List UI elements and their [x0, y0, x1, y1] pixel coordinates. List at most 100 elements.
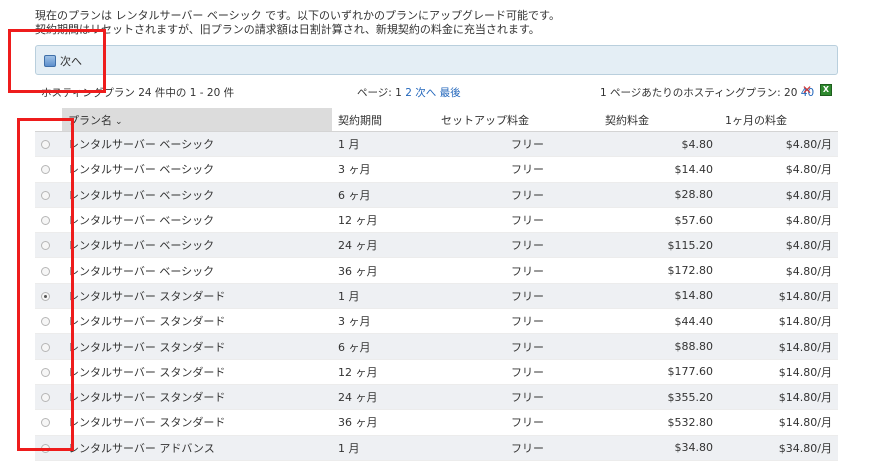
plan-radio[interactable]	[41, 241, 50, 251]
spacer-cell	[550, 359, 599, 385]
table-row[interactable]: レンタルサーバー スタンダード 12 ヶ月 フリー $177.60 $14.80/月	[35, 359, 838, 385]
plan-radio[interactable]	[41, 443, 50, 453]
plan-contract-price: $34.80	[599, 435, 719, 461]
table-row[interactable]: レンタルサーバー スタンダード 3 ヶ月 フリー $44.40 $14.80/月	[35, 308, 838, 335]
plan-radio[interactable]	[41, 418, 50, 428]
plan-radio[interactable]	[41, 165, 50, 175]
spacer-cell	[550, 283, 599, 310]
row-select-cell	[35, 409, 62, 436]
plan-monthly-price: $4.80/月	[719, 131, 838, 158]
plan-monthly-price: $14.80/月	[719, 333, 838, 360]
settings-icon[interactable]: ✕	[802, 84, 814, 96]
plan-term: 36 ヶ月	[332, 257, 435, 284]
plan-monthly-price: $4.80/月	[719, 182, 838, 208]
page-link-2[interactable]: 2	[405, 87, 412, 99]
page-label: ページ:	[357, 87, 396, 99]
plan-name: レンタルサーバー スタンダード	[62, 384, 332, 411]
header-spacer	[550, 108, 599, 132]
plan-term: 6 ヶ月	[332, 182, 435, 208]
plan-radio[interactable]	[41, 342, 50, 352]
plan-radio[interactable]	[41, 140, 50, 150]
table-header-row: プラン名 ⌄ 契約期間 セットアップ料金 契約料金 1ヶ月の料金	[35, 108, 838, 132]
next-page-link[interactable]: 次へ	[415, 87, 436, 99]
plan-monthly-price: $4.80/月	[719, 232, 838, 259]
table-row[interactable]: レンタルサーバー スタンダード 6 ヶ月 フリー $88.80 $14.80/月	[35, 333, 838, 360]
plan-contract-price: $177.60	[599, 359, 719, 385]
spacer-cell	[550, 257, 599, 284]
row-select-cell	[35, 283, 62, 310]
plan-table: プラン名 ⌄ 契約期間 セットアップ料金 契約料金 1ヶ月の料金 レンタルサーバー…	[35, 108, 838, 461]
plan-term: 12 ヶ月	[332, 359, 435, 385]
toolbar: 次へ	[35, 45, 838, 75]
spacer-cell	[550, 182, 599, 208]
header-setup-fee[interactable]: セットアップ料金	[435, 108, 550, 132]
intro-line-2: 契約期間はリセットされますが、旧プランの請求額は日割計算され、新規契約の料金に充…	[35, 23, 540, 36]
row-select-cell	[35, 384, 62, 411]
header-contract-price[interactable]: 契約料金	[599, 108, 719, 132]
plan-radio[interactable]	[41, 266, 50, 276]
table-row[interactable]: レンタルサーバー アドバンス 1 月フリー $34.80 $34.80/月	[35, 435, 838, 461]
plan-contract-price: $172.80	[599, 257, 719, 284]
table-row[interactable]: レンタルサーバー ベーシック 12 ヶ月 フリー $57.60 $4.80/月	[35, 207, 838, 234]
last-page-link[interactable]: 最後	[440, 87, 461, 99]
plan-setup-fee: フリー	[435, 359, 550, 385]
header-monthly-price[interactable]: 1ヶ月の料金	[719, 108, 838, 132]
table-row[interactable]: レンタルサーバー ベーシック 36 ヶ月 フリー $172.80 $4.80/月	[35, 257, 838, 284]
plan-name: レンタルサーバー スタンダード	[62, 308, 332, 335]
row-select-cell	[35, 359, 62, 385]
plan-name: レンタルサーバー ベーシック	[62, 207, 332, 234]
table-row[interactable]: レンタルサーバー ベーシック 24 ヶ月 フリー $115.20 $4.80/月	[35, 232, 838, 259]
table-row[interactable]: レンタルサーバー スタンダード 1 月フリー $14.80 $14.80/月	[35, 283, 838, 310]
plan-radio[interactable]	[41, 393, 50, 403]
plan-setup-fee: フリー	[435, 257, 550, 284]
plan-setup-fee: フリー	[435, 308, 550, 335]
per-page-selector: 1 ページあたりのホスティングプラン: 20 40	[600, 85, 814, 100]
plan-setup-fee: フリー	[435, 207, 550, 234]
table-row[interactable]: レンタルサーバー スタンダード 24 ヶ月 フリー $355.20 $14.80/月	[35, 384, 838, 411]
plan-contract-price: $355.20	[599, 384, 719, 411]
plan-name: レンタルサーバー ベーシック	[62, 131, 332, 158]
plan-radio[interactable]	[41, 367, 50, 377]
excel-export-icon[interactable]: X	[820, 84, 832, 96]
table-row[interactable]: レンタルサーバー ベーシック 3 ヶ月 フリー $14.40 $4.80/月	[35, 156, 838, 183]
plan-name: レンタルサーバー スタンダード	[62, 359, 332, 385]
plan-name: レンタルサーバー スタンダード	[62, 283, 332, 310]
plan-contract-price: $14.40	[599, 156, 719, 183]
table-row[interactable]: レンタルサーバー ベーシック 6 ヶ月 フリー $28.80 $4.80/月	[35, 182, 838, 208]
plan-radio[interactable]	[41, 216, 50, 226]
plan-setup-fee: フリー	[435, 384, 550, 411]
plan-term: 1 月	[332, 283, 435, 310]
page-icon	[44, 55, 56, 67]
plan-monthly-price: $4.80/月	[719, 156, 838, 183]
header-plan-name[interactable]: プラン名 ⌄	[62, 108, 332, 132]
spacer-cell	[550, 384, 599, 411]
plan-rows: レンタルサーバー ベーシック 1 月フリー $4.80 $4.80/月 レンタルサーバー…	[35, 131, 838, 461]
plan-radio[interactable]	[41, 291, 50, 301]
plan-name: レンタルサーバー ベーシック	[62, 232, 332, 259]
next-button[interactable]: 次へ	[44, 53, 82, 69]
plan-name: レンタルサーバー スタンダード	[62, 409, 332, 436]
spacer-cell	[550, 207, 599, 234]
plan-setup-fee: フリー	[435, 182, 550, 208]
plan-radio[interactable]	[41, 190, 50, 200]
pagination: ページ: 1 2 次へ 最後	[357, 85, 461, 100]
table-row[interactable]: レンタルサーバー ベーシック 1 月フリー $4.80 $4.80/月	[35, 131, 838, 158]
plan-contract-price: $44.40	[599, 308, 719, 335]
row-select-cell	[35, 308, 62, 335]
spacer-cell	[550, 409, 599, 436]
plan-contract-price: $4.80	[599, 131, 719, 158]
plan-term: 24 ヶ月	[332, 384, 435, 411]
item-count: ホスティングプラン 24 件中の 1 - 20 件	[41, 87, 235, 99]
spacer-cell	[550, 308, 599, 335]
header-term[interactable]: 契約期間	[332, 108, 435, 132]
plan-contract-price: $57.60	[599, 207, 719, 234]
plan-monthly-price: $14.80/月	[719, 409, 838, 436]
plan-radio[interactable]	[41, 317, 50, 327]
plan-name: レンタルサーバー ベーシック	[62, 182, 332, 208]
plan-term: 1 月	[332, 435, 435, 461]
plan-name: レンタルサーバー ベーシック	[62, 257, 332, 284]
table-row[interactable]: レンタルサーバー スタンダード 36 ヶ月 フリー $532.80 $14.80/月	[35, 409, 838, 436]
per-page-text: 1 ページあたりのホスティングプラン: 20	[600, 87, 801, 99]
next-button-label: 次へ	[60, 55, 82, 68]
row-select-cell	[35, 182, 62, 208]
